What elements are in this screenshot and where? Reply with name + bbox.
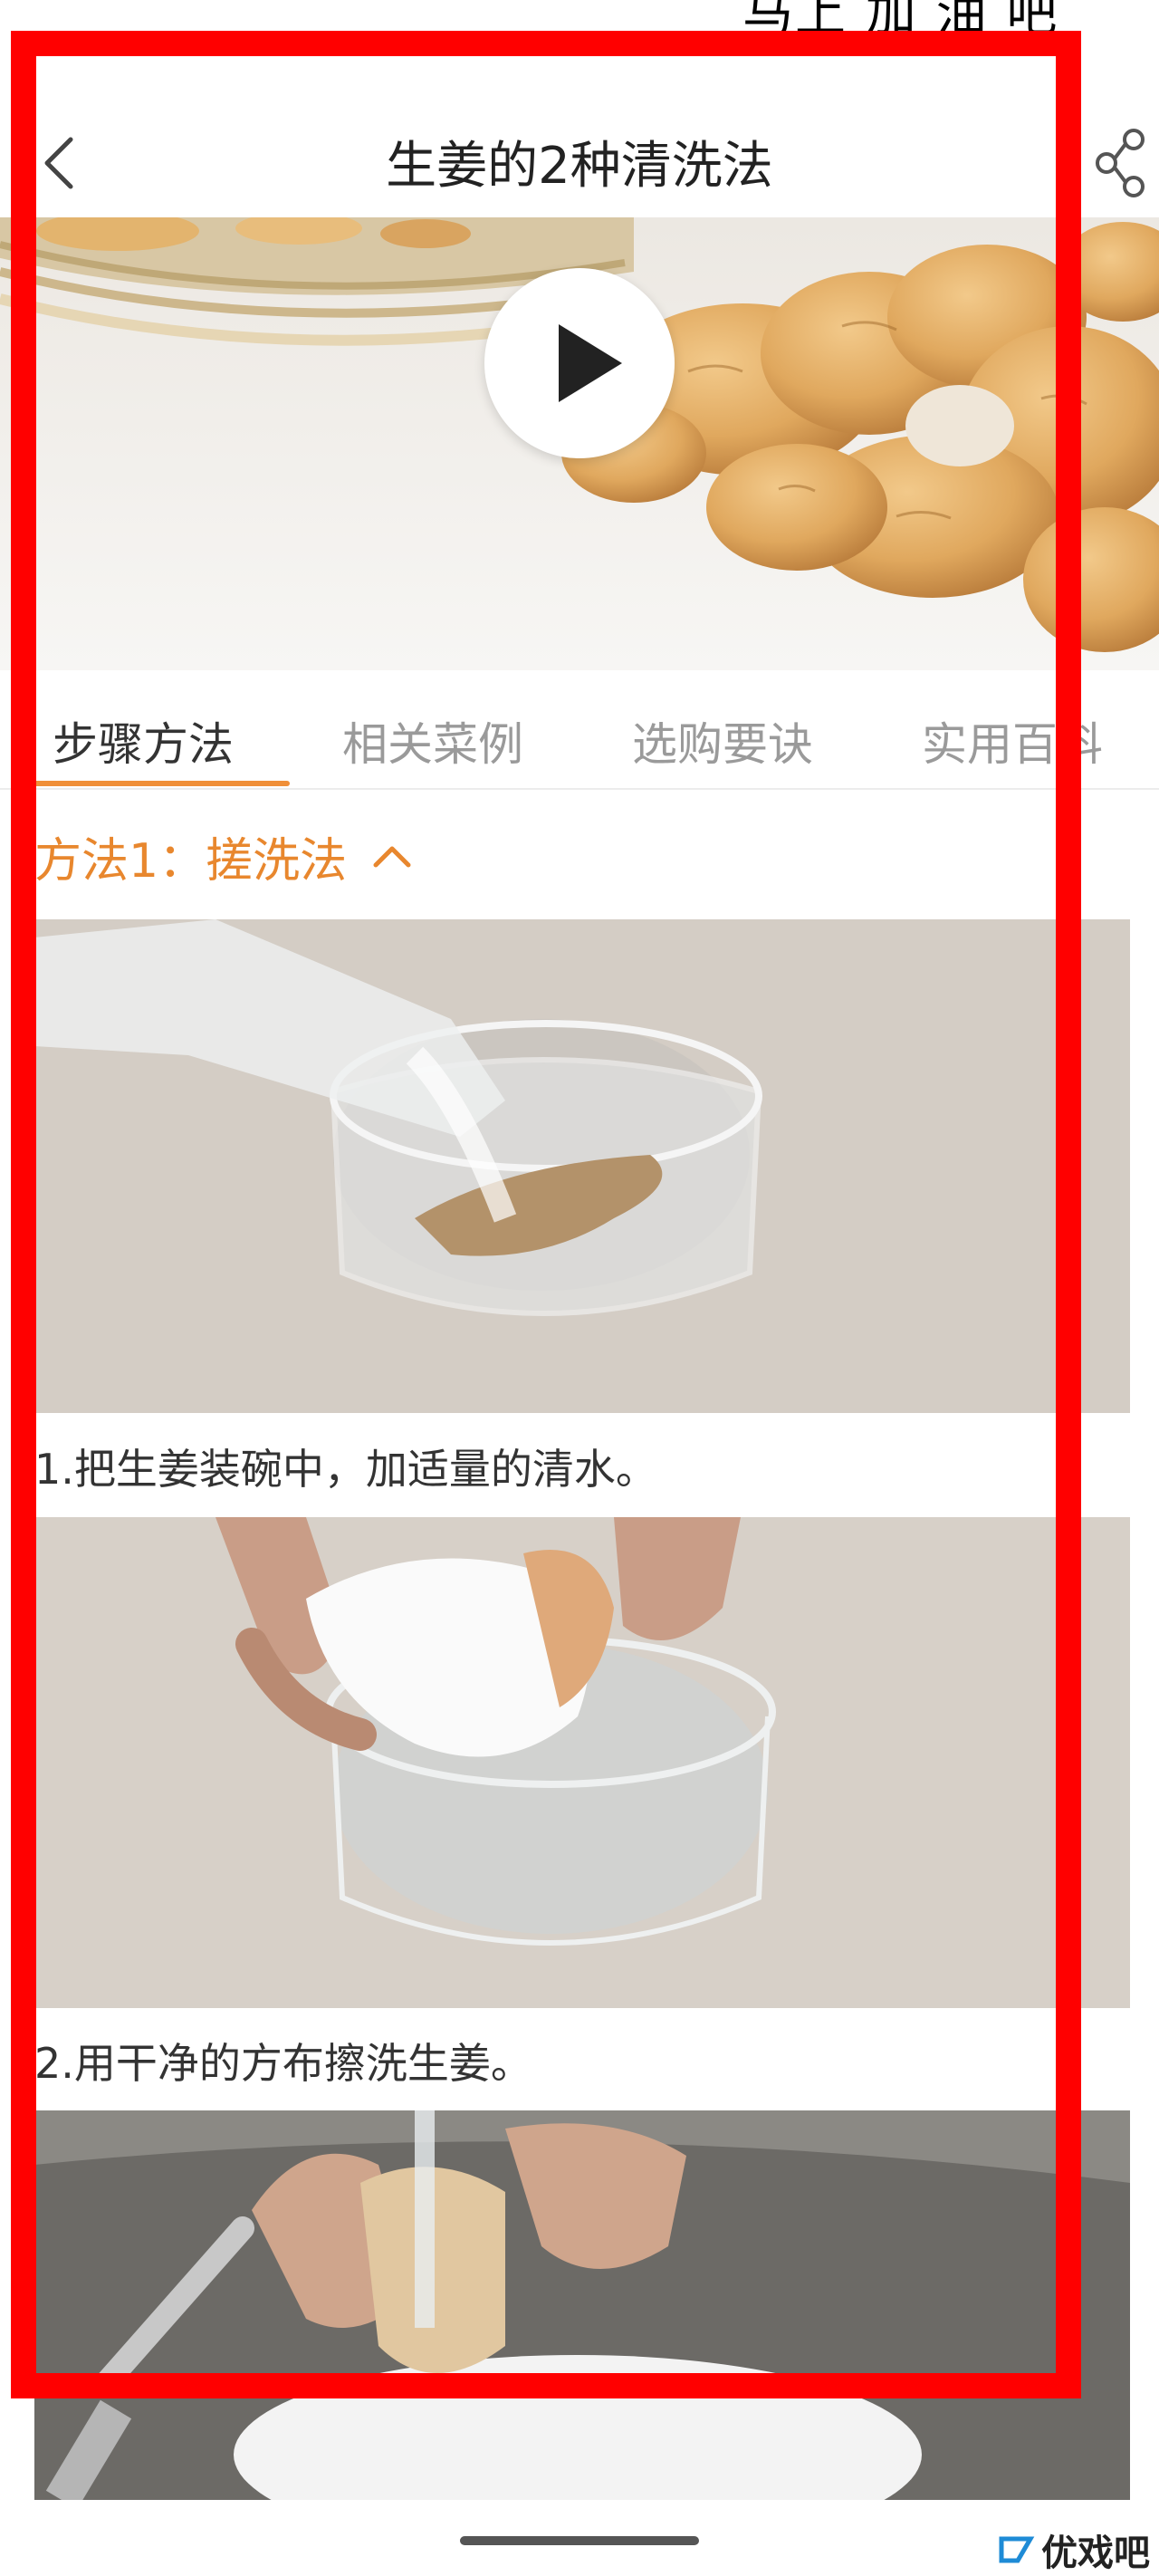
play-button[interactable] bbox=[484, 268, 675, 458]
page-title: 生姜的2种清洗法 bbox=[386, 137, 773, 196]
tab-bar: 步骤方法 相关菜例 选购要诀 实用百科 bbox=[0, 670, 1159, 790]
tab-related-recipes[interactable]: 相关菜例 bbox=[342, 708, 523, 774]
step-2-text: 2.用干净的方布擦洗生姜。 bbox=[34, 2039, 532, 2088]
watermark-logo-icon bbox=[999, 2536, 1035, 2563]
top-navigation-bar: 生姜的2种清洗法 bbox=[0, 109, 1159, 217]
step-3-image bbox=[34, 2110, 1130, 2500]
video-thumbnail[interactable] bbox=[0, 217, 1159, 670]
share-icon bbox=[1096, 129, 1145, 197]
share-button[interactable] bbox=[1094, 121, 1148, 203]
watermark-text: 优戏吧 bbox=[1041, 2533, 1150, 2574]
active-tab-indicator bbox=[25, 781, 290, 786]
method-heading[interactable]: 方法1：搓洗法 bbox=[34, 824, 414, 889]
step-1-image bbox=[34, 919, 1130, 1413]
step-1-text: 1.把生姜装碗中，加适量的清水。 bbox=[34, 1445, 657, 1494]
status-bar: 马上 加 油 吧 bbox=[0, 0, 1159, 54]
tab-steps[interactable]: 步骤方法 bbox=[53, 708, 234, 774]
step-2-image bbox=[34, 1517, 1130, 2008]
home-indicator[interactable] bbox=[460, 2536, 699, 2545]
status-text-fragment: 马上 加 油 吧 bbox=[742, 0, 1059, 43]
method-title: 方法1：搓洗法 bbox=[34, 833, 348, 889]
tab-buying-tips[interactable]: 选购要诀 bbox=[632, 708, 813, 774]
play-icon bbox=[559, 324, 622, 402]
tab-encyclopedia[interactable]: 实用百科 bbox=[922, 708, 1103, 774]
chevron-up-icon bbox=[373, 846, 411, 868]
watermark: 优戏吧 bbox=[996, 2523, 1150, 2576]
